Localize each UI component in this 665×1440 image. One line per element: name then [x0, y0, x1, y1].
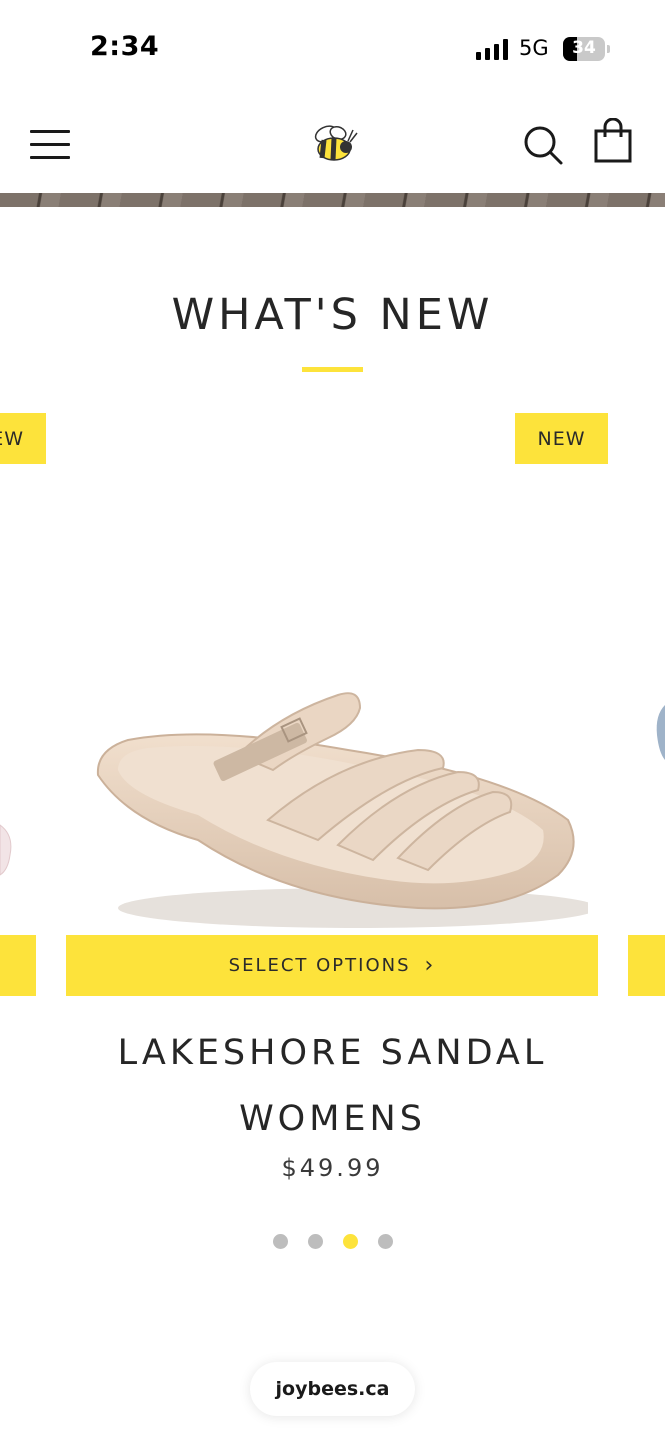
prev-slide-new-badge: EW — [0, 413, 46, 464]
prev-product-image-edge[interactable] — [0, 820, 14, 880]
network-type: 5G — [519, 36, 549, 60]
next-product-image-edge[interactable] — [655, 705, 665, 765]
title-underline — [302, 367, 363, 372]
prev-select-options-button[interactable] — [0, 935, 36, 996]
browser-url: joybees.ca — [275, 1378, 390, 1400]
carousel-dot-3[interactable] — [342, 1234, 358, 1249]
search-icon[interactable] — [522, 124, 564, 166]
product-image[interactable] — [88, 680, 598, 940]
carousel-dot-2[interactable] — [307, 1234, 323, 1249]
select-options-button[interactable]: SELECT OPTIONS › — [66, 935, 598, 996]
chevron-right-icon: › — [424, 953, 436, 978]
battery-tip — [607, 45, 610, 53]
next-select-options-button[interactable] — [628, 935, 665, 996]
product-name[interactable]: LAKESHORE SANDAL WOMENS — [60, 1020, 605, 1152]
status-time: 2:34 — [90, 31, 160, 62]
bee-logo-icon[interactable] — [306, 122, 360, 168]
select-options-label: SELECT OPTIONS — [228, 955, 411, 976]
battery-icon: 34 — [563, 37, 605, 61]
hamburger-menu-icon[interactable] — [30, 128, 72, 162]
carousel-pagination — [0, 1234, 665, 1250]
cellular-signal-icon — [476, 38, 510, 60]
product-price: $49.99 — [281, 1154, 384, 1182]
hero-image-edge — [0, 193, 665, 207]
carousel-dot-1[interactable] — [272, 1234, 288, 1249]
carousel-dot-4[interactable] — [377, 1234, 393, 1249]
browser-url-bar[interactable]: joybees.ca — [250, 1362, 415, 1416]
new-badge: NEW — [515, 413, 608, 464]
section-title: WHAT'S NEW — [171, 290, 494, 340]
battery-level: 34 — [572, 38, 596, 58]
status-bar: 2:34 5G 34 — [0, 0, 665, 100]
shopping-bag-icon[interactable] — [592, 117, 634, 164]
